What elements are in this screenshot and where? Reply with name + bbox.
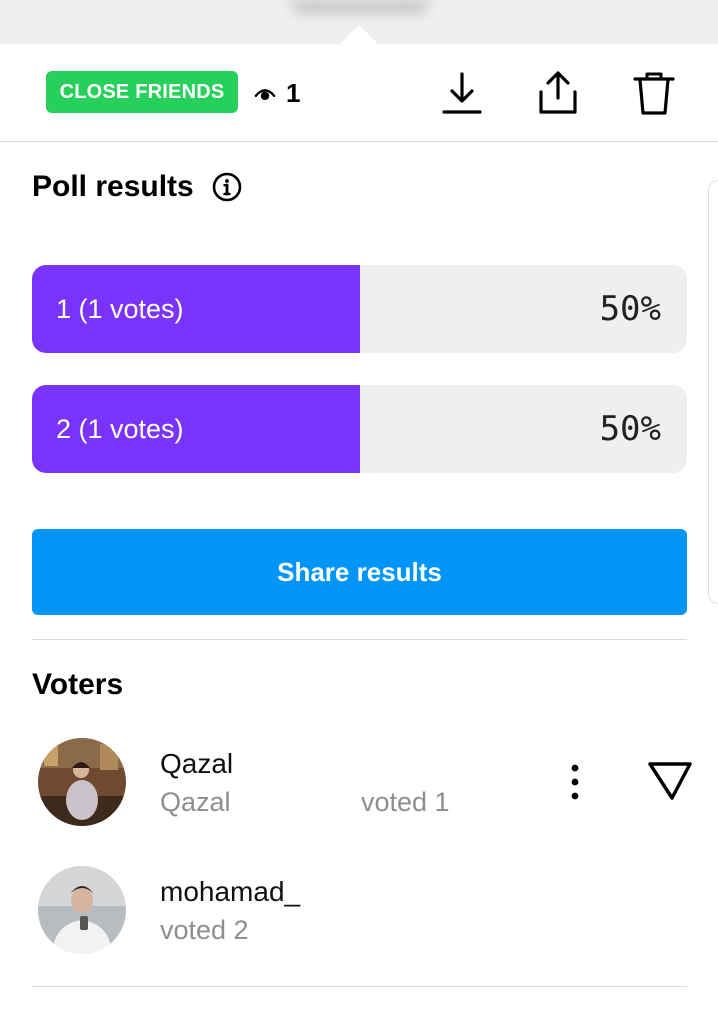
poll-option-1[interactable]: 1 (1 votes) 50%: [32, 265, 687, 353]
delete-button[interactable]: [632, 70, 676, 116]
voter-subtitle: Qazal: [160, 787, 231, 817]
blurred-story-preview: [290, 0, 430, 14]
avatar[interactable]: [38, 866, 126, 954]
section-divider: [32, 639, 687, 640]
eye-icon: [254, 88, 276, 100]
voter-name[interactable]: mohamad_: [160, 876, 300, 908]
more-options-icon[interactable]: [561, 762, 589, 802]
voter-name[interactable]: Qazal: [160, 748, 233, 780]
view-count: 1: [286, 78, 301, 108]
poll-option-label: 1 (1 votes): [56, 293, 184, 324]
sheet-notch: [339, 25, 379, 45]
poll-option-percent: 50%: [599, 289, 661, 329]
poll-option-2[interactable]: 2 (1 votes) 50%: [32, 385, 687, 473]
adjacent-sheet-edge: [708, 180, 718, 604]
send-message-icon[interactable]: [646, 758, 694, 804]
avatar-photo: [38, 866, 126, 954]
poll-results-heading: Poll results: [32, 170, 242, 204]
voters-heading: Voters: [32, 668, 124, 701]
avatar[interactable]: [38, 738, 126, 826]
poll-option-percent: 50%: [599, 409, 661, 449]
share-results-button[interactable]: Share results: [32, 529, 687, 615]
story-toolbar: CLOSE FRIENDS 1: [0, 44, 718, 142]
top-strip: [0, 0, 718, 45]
list-divider: [32, 986, 687, 987]
close-friends-badge[interactable]: CLOSE FRIENDS: [46, 71, 238, 113]
view-counter[interactable]: 1: [254, 78, 300, 109]
voter-vote: voted 1: [361, 787, 450, 817]
voter-vote: voted 2: [160, 915, 249, 945]
download-icon: [442, 72, 482, 114]
download-button[interactable]: [440, 70, 484, 116]
avatar-photo: [38, 738, 126, 826]
info-icon[interactable]: [212, 172, 242, 202]
trash-icon: [633, 72, 675, 115]
poll-results-title: Poll results: [32, 170, 194, 203]
share-icon: [539, 71, 577, 114]
poll-option-label: 2 (1 votes): [56, 413, 184, 444]
share-story-button[interactable]: [536, 70, 580, 116]
